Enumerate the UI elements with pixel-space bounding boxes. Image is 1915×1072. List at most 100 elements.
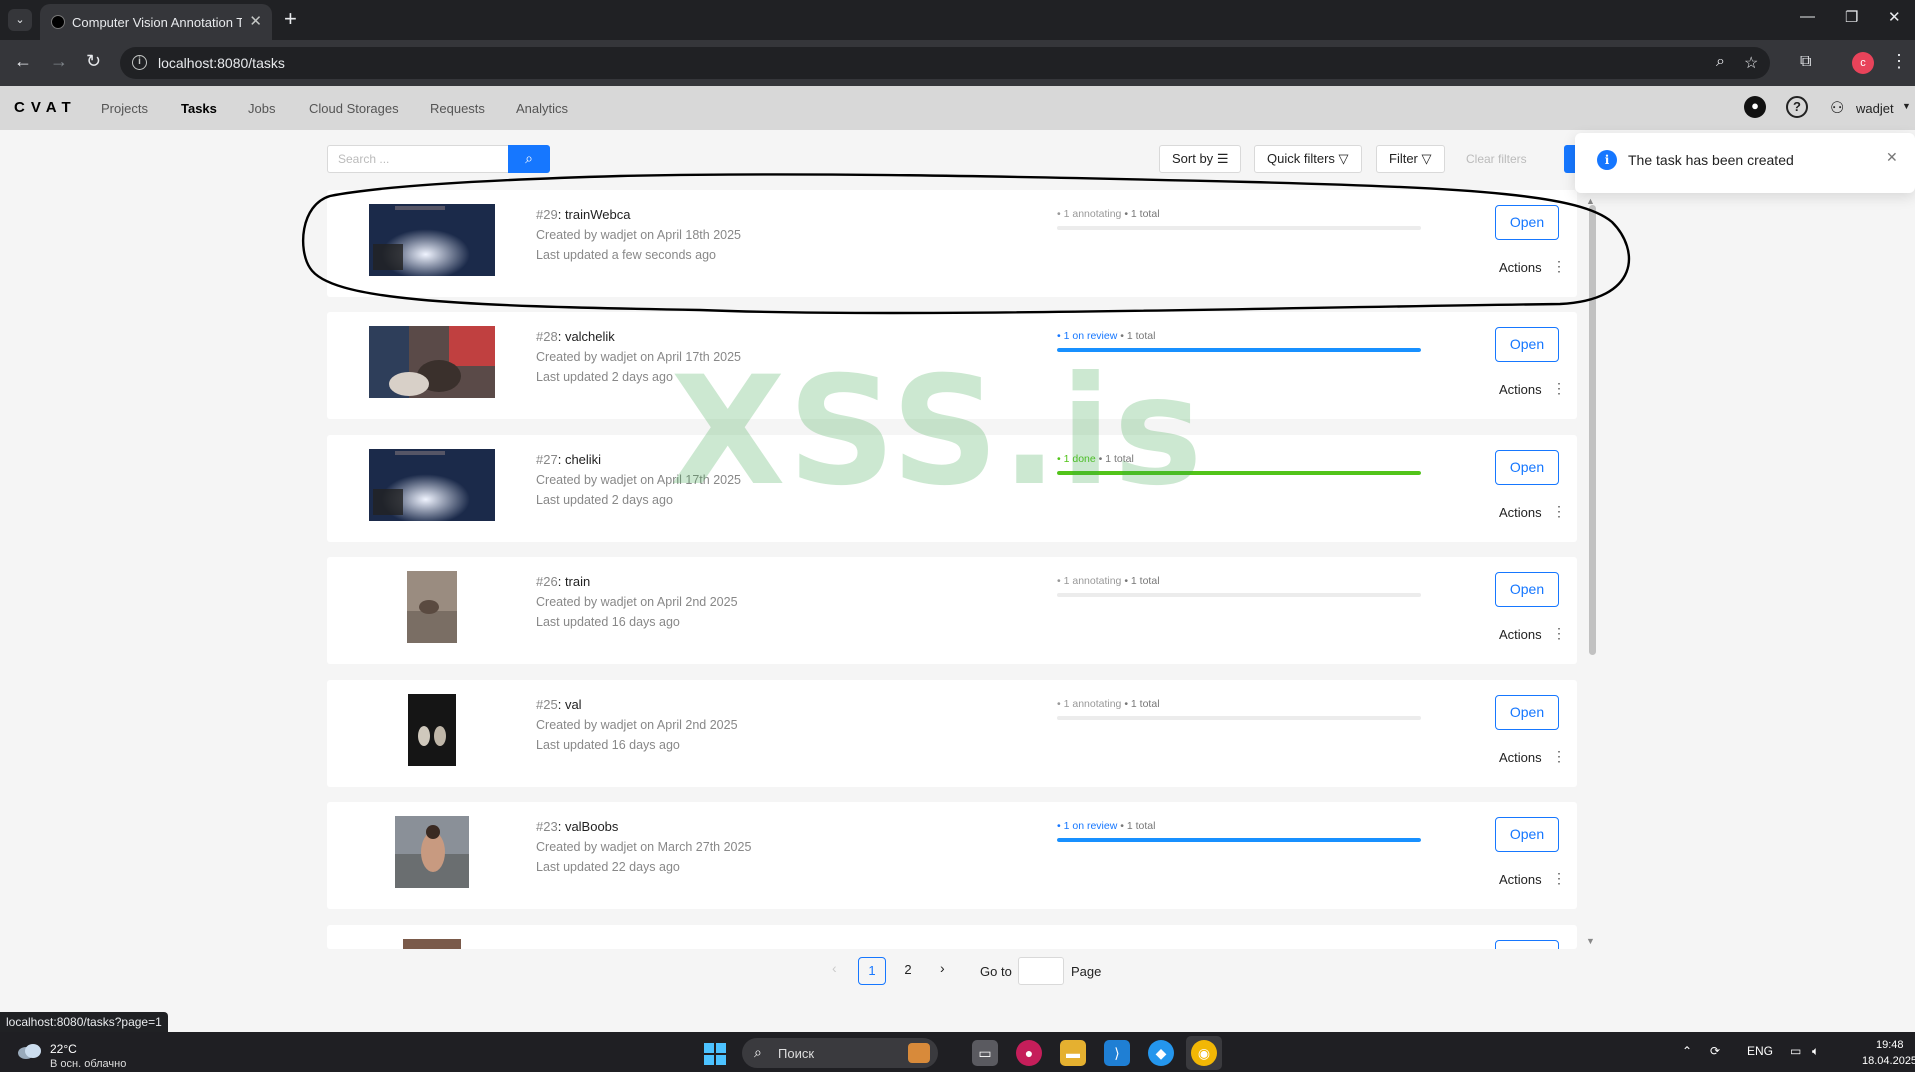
next-page-icon[interactable]: › [940,960,945,976]
open-task-button[interactable]: Open [1495,695,1559,730]
task-thumbnail [369,449,495,521]
vscode-icon[interactable]: ⟩ [1104,1040,1130,1066]
zoom-icon[interactable]: ⌕ [1716,53,1725,71]
weather-description[interactable]: В осн. облачно [50,1058,126,1070]
task-title[interactable]: #25: val [536,697,582,712]
task-title[interactable]: #28: valchelik [536,329,615,344]
open-task-button[interactable]: Open [1495,205,1559,240]
task-progress-label: • 1 on review • 1 total [1057,330,1156,342]
taskbar-search[interactable]: ⌕ Поиск [742,1038,938,1068]
notification: i The task has been created ✕ [1575,133,1915,193]
task-created: Created by wadjet on April 18th 2025 [536,228,741,242]
help-icon[interactable]: ? [1786,96,1808,118]
task-title[interactable]: #26: train [536,574,590,589]
profile-avatar[interactable]: c [1852,52,1874,74]
nav-analytics[interactable]: Analytics [516,101,568,116]
site-info-icon[interactable]: i [132,55,147,70]
reload-icon[interactable]: ↻ [86,51,101,72]
task-title[interactable]: #23: valBoobs [536,819,618,834]
task-card: #26: train Created by wadjet on April 2n… [327,557,1577,664]
prev-page-icon[interactable]: ‹ [832,960,837,976]
network-icon[interactable]: ▭ [1790,1044,1801,1058]
actions-button[interactable]: Actions [1499,872,1542,887]
clock-time[interactable]: 19:48 [1876,1039,1904,1051]
forward-icon[interactable]: → [50,51,68,72]
browser-tab[interactable]: Computer Vision Annotation Tool ✕ [40,4,272,40]
more-vertical-icon[interactable]: ⋮ [1552,503,1566,520]
bookmark-star-icon[interactable]: ☆ [1744,53,1758,73]
search-input[interactable] [327,145,509,173]
open-task-button[interactable]: Open [1495,817,1559,852]
clear-filters-button[interactable]: Clear filters [1466,152,1527,166]
docker-icon[interactable]: ◆ [1148,1040,1174,1066]
nav-projects[interactable]: Projects [101,101,148,116]
weather-temperature[interactable]: 22°C [50,1042,77,1056]
new-tab-icon[interactable]: + [284,6,297,32]
nav-requests[interactable]: Requests [430,101,485,116]
page-2[interactable]: 2 [894,957,922,985]
task-thumbnail [369,204,495,276]
nav-jobs[interactable]: Jobs [248,101,275,116]
scrollbar-thumb[interactable] [1589,205,1596,655]
list-clip [327,949,1577,952]
actions-button[interactable]: Actions [1499,627,1542,642]
open-task-button[interactable]: Open [1495,450,1559,485]
tab-close-icon[interactable]: ✕ [249,12,262,30]
open-task-button[interactable] [1495,940,1559,949]
filter-button[interactable]: Filter ▽ [1376,145,1445,173]
quick-filters-button[interactable]: Quick filters ▽ [1254,145,1362,173]
minimize-icon[interactable]: — [1800,8,1815,25]
caret-down-icon[interactable]: ▼ [1902,101,1911,111]
open-task-button[interactable]: Open [1495,327,1559,362]
page-1[interactable]: 1 [858,957,886,985]
user-name[interactable]: wadjet [1856,101,1894,116]
actions-button[interactable]: Actions [1499,260,1542,275]
windows-start-icon[interactable] [704,1043,726,1065]
nav-tasks[interactable]: Tasks [181,101,217,116]
goto-page-input[interactable] [1018,957,1064,985]
github-icon[interactable]: ● [1744,96,1766,118]
browser-menu-icon[interactable]: ⋮ [1890,51,1908,72]
file-explorer-icon[interactable]: ▬ [1060,1040,1086,1066]
task-card: #25: val Created by wadjet on April 2nd … [327,680,1577,787]
close-icon[interactable]: ✕ [1886,149,1898,166]
tray-expand-icon[interactable]: ⌃ [1682,1044,1692,1058]
back-icon[interactable]: ← [14,51,32,72]
sort-by-button[interactable]: Sort by ☰ [1159,145,1242,173]
volume-icon[interactable]: 🔈︎ [1812,1044,1819,1059]
browser-address-bar: ← → ↻ i localhost:8080/tasks ⌕ ☆ ⧉ c ⋮ [0,40,1915,86]
chrome-icon[interactable]: ◉ [1191,1040,1217,1066]
task-title[interactable]: #29: trainWebca [536,207,630,222]
more-vertical-icon[interactable]: ⋮ [1552,380,1566,397]
restore-icon[interactable]: ❐ [1845,8,1858,26]
window-close-icon[interactable]: ✕ [1888,8,1901,26]
more-vertical-icon[interactable]: ⋮ [1552,258,1566,275]
sync-icon[interactable]: ⟳ [1710,1044,1720,1058]
task-view-icon[interactable]: ▭ [972,1040,998,1066]
actions-button[interactable]: Actions [1499,505,1542,520]
tab-search-icon[interactable]: ⌄ [8,9,32,31]
user-icon[interactable]: ⚇ [1830,98,1844,118]
task-progress-bar [1057,838,1421,842]
more-vertical-icon[interactable]: ⋮ [1552,870,1566,887]
more-vertical-icon[interactable]: ⋮ [1552,625,1566,642]
actions-button[interactable]: Actions [1499,750,1542,765]
goto-label: Go to [980,964,1012,979]
language-indicator[interactable]: ENG [1747,1044,1773,1058]
task-title[interactable]: #27: cheliki [536,452,601,467]
url-text[interactable]: localhost:8080/tasks [158,55,285,71]
task-card: #29: trainWebca Created by wadjet on Apr… [327,190,1577,297]
nav-cloud-storages[interactable]: Cloud Storages [309,101,399,116]
search-button[interactable]: ⌕ [508,145,550,173]
open-task-button[interactable]: Open [1495,572,1559,607]
scroll-down-icon[interactable]: ▼ [1586,936,1595,946]
actions-button[interactable]: Actions [1499,382,1542,397]
taskbar-search-text: Поиск [778,1046,815,1061]
app-icon[interactable]: ● [1016,1040,1042,1066]
scroll-up-icon[interactable]: ▲ [1586,196,1595,206]
extensions-icon[interactable]: ⧉ [1800,53,1811,71]
cvat-logo[interactable]: CVAT [14,99,77,116]
omnibox[interactable]: i localhost:8080/tasks ⌕ ☆ [120,47,1770,79]
clock-date[interactable]: 18.04.2025 [1862,1055,1915,1067]
more-vertical-icon[interactable]: ⋮ [1552,748,1566,765]
